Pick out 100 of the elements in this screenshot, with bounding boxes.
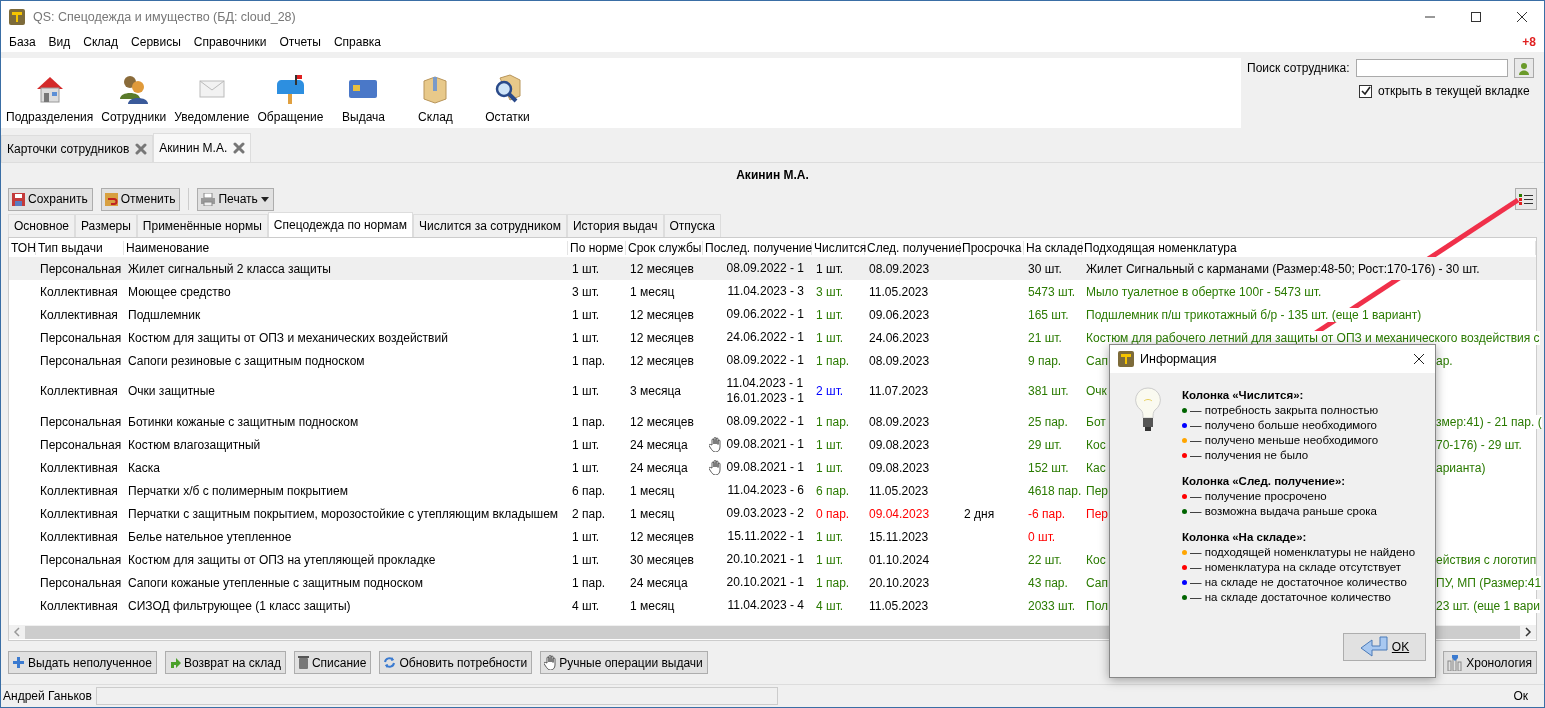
undo-icon: [104, 192, 118, 206]
column-header[interactable]: Срок службы: [626, 240, 703, 255]
legend-text: — номенклатура на складе отсутствует: [1190, 560, 1402, 575]
cancel-button[interactable]: Отменить: [100, 187, 181, 211]
legend-text: — получено больше необходимого: [1190, 418, 1377, 433]
notification-count[interactable]: +8: [1522, 35, 1536, 49]
table-row[interactable]: Коллективная Подшлемник 1 шт. 12 месяцев 09.06.2022 - 1 1 шт. 09.06.2023 165 шт.: [9, 303, 1082, 326]
legend-text: — возможна выдача раньше срока: [1190, 504, 1377, 519]
column-header[interactable]: Послед. получение: [703, 240, 812, 255]
table-row[interactable]: Персональная Сапоги кожаные утепленные с защитным подноском 1 пар. 24 месяца 20.10.2021 - 1 1 пар. 20.10.2023 43 пар.: [9, 571, 1082, 594]
table-row[interactable]: Коллективная СИЗОД фильтрующее (1 класс защиты) 4 шт. 1 месяц 11.04.2023 - 4 4 шт. 11.05.2023 2033 шт.: [9, 594, 1082, 617]
column-header[interactable]: На складе: [1024, 240, 1082, 255]
menu-item[interactable]: Справочники: [193, 35, 267, 49]
search-button[interactable]: [1513, 58, 1534, 78]
table-row[interactable]: Персональная Костюм влагозащитный 1 шт. 24 месяца 09.08.2021 - 1 1 шт. 09.08.2023 29 шт.: [9, 433, 1082, 456]
refresh-icon: [383, 656, 397, 669]
table-row[interactable]: Персональная Ботинки кожаные с защитным подноском 1 пар. 12 месяцев 08.09.2022 - 1 1 пар. 08.09.2023 25 пар.: [9, 410, 1082, 433]
ok-button[interactable]: OK: [1343, 633, 1426, 661]
table-row[interactable]: Коллективная Моющее средство 3 шт. 1 месяц 11.04.2023 - 3 3 шт. 11.05.2023 5473 шт.: [9, 280, 1082, 303]
dialog-title: Информация: [1140, 352, 1217, 366]
legend-title: Колонка «Числится»:: [1182, 388, 1305, 403]
menu-item[interactable]: Вид: [48, 35, 71, 49]
hand-icon: [544, 655, 557, 670]
search-field[interactable]: [1355, 59, 1508, 77]
legend-text: — на складе достаточное количество: [1190, 590, 1391, 605]
table-row[interactable]: Коллективная Белье нательное утепленное 1 шт. 12 месяцев 15.11.2022 - 1 1 шт. 15.11.2023 0 шт.: [9, 525, 1082, 548]
column-header[interactable]: Просрочка: [960, 240, 1024, 255]
toolbar-button[interactable]: Сотрудники: [100, 72, 168, 124]
column-header[interactable]: Наименование: [124, 240, 568, 255]
toolbar-button[interactable]: Подразделения: [5, 72, 95, 124]
history-button[interactable]: Хронология: [1443, 651, 1537, 674]
column-header[interactable]: ТОН: [9, 240, 36, 255]
legend-icon: [1519, 192, 1533, 206]
scroll-left-icon[interactable]: [13, 627, 21, 637]
toolbar-button[interactable]: Уведомление: [173, 72, 251, 124]
save-button[interactable]: Сохранить: [8, 187, 93, 211]
status-user: Андрей Ганьков: [3, 689, 92, 703]
menu-item[interactable]: Справка: [333, 35, 382, 49]
table-cell: Жилет Сигнальный с карманами (Размер:48-50; Рост:170-176) - 30 шт.: [1082, 257, 1536, 280]
caret-icon: [260, 196, 269, 202]
return-button[interactable]: Возврат на склад: [164, 651, 286, 674]
column-header[interactable]: По норме: [568, 240, 626, 255]
legend-text: — подходящей номенклатуры не найдено: [1190, 545, 1416, 560]
toolbar-button[interactable]: Склад: [402, 72, 469, 124]
toolbar-button[interactable]: Выдача: [330, 72, 397, 124]
column-header[interactable]: След. получение: [865, 240, 960, 255]
page-heading: Акинин М.А.: [735, 167, 810, 184]
menu-item[interactable]: База: [9, 35, 36, 49]
status-text: Ок: [1513, 689, 1528, 703]
arrow-icon: [168, 656, 181, 669]
writeoff-button[interactable]: Списание: [293, 651, 372, 674]
menu-item[interactable]: Отчеты: [279, 35, 321, 49]
search-label: Поиск сотрудника:: [1247, 61, 1350, 75]
plus-icon: [12, 656, 25, 669]
return-arrow-icon: [1359, 636, 1390, 658]
table-row[interactable]: Персональная Жилет сигнальный 2 класса защиты 1 шт. 12 месяцев 08.09.2022 - 1 1 шт. 08.09.2023 30 шт.: [9, 257, 1082, 280]
tab[interactable]: Размеры: [75, 214, 137, 237]
refresh-button[interactable]: Обновить потребности: [379, 651, 533, 674]
table-row[interactable]: Коллективная Перчатки х/б с полимерным покрытием 6 пар. 1 месяц 11.04.2023 - 6 6 пар. 11.05.2023 4618 пар.: [9, 479, 1082, 502]
table-row[interactable]: Персональная Костюм для защиты от ОПЗ на утепляющей прокладке 1 шт. 30 месяцев 20.10.2021 - 1 1 шт. 01.10.2024 22 шт.: [9, 548, 1082, 571]
legend-button[interactable]: [1515, 188, 1537, 210]
trash-icon: [297, 656, 309, 669]
document-tab[interactable]: Акинин М.А.: [153, 133, 252, 162]
tab[interactable]: История выдач: [567, 214, 664, 237]
close-icon[interactable]: [1516, 10, 1528, 23]
scroll-right-icon[interactable]: [1524, 627, 1532, 637]
legend-text: — получения не было: [1190, 448, 1309, 463]
tab[interactable]: Применённые нормы: [136, 214, 268, 237]
manual-button[interactable]: Ручные операции выдачи: [540, 651, 708, 674]
close-icon[interactable]: [1413, 353, 1425, 365]
legend-text: — получение просрочено: [1190, 489, 1327, 504]
tab[interactable]: Отпуска: [663, 214, 721, 237]
table-row[interactable]: Коллективная Перчатки с защитным покрытием, морозостойкие с утепляющим вкладышем 2 пар. 1 месяц 09.03.2023 - 2 0 пар. 09.04.2023 2 дня -6 пар.: [9, 502, 1082, 525]
issue-button[interactable]: Выдать неполученное: [8, 651, 157, 674]
legend-title: Колонка «На складе»:: [1182, 530, 1308, 545]
window-title: QS: Спецодежда и имущество (БД: cloud_28): [33, 9, 296, 24]
table-row[interactable]: Персональная Костюм для защиты от ОПЗ и механических воздействий 1 шт. 12 месяцев 24.06.2022 - 1 1 шт. 24.06.2023 21 шт.: [9, 326, 1082, 349]
column-header[interactable]: Подходящая номенклатура: [1082, 240, 1536, 255]
checkbox-label: открыть в текущей вкладке: [1378, 84, 1530, 98]
table-row[interactable]: Персональная Сапоги резиновые с защитным подноском 1 пар. 12 месяцев 08.09.2022 - 1 1 пар. 08.09.2023 9 пар.: [9, 349, 1082, 372]
maximize-icon[interactable]: [1470, 10, 1482, 23]
tab[interactable]: Спецодежда по нормам: [267, 212, 414, 237]
column-header[interactable]: Числится: [812, 240, 865, 255]
toolbar-button[interactable]: Остатки: [474, 72, 541, 124]
legend-text: — потребность закрыта полностью: [1190, 403, 1379, 418]
document-tab[interactable]: Карточки сотрудников: [1, 135, 154, 162]
floppy-icon: [12, 192, 25, 206]
legend-text: — получено меньше необходимого: [1190, 433, 1379, 448]
legend-title: Колонка «След. получение»:: [1182, 474, 1347, 489]
printer-icon: [201, 192, 216, 206]
legend-text: — на складе не достаточное количество: [1190, 575, 1407, 590]
tab[interactable]: Основное: [8, 214, 75, 237]
toolbar-button[interactable]: Обращение: [256, 72, 325, 124]
tab[interactable]: Числится за сотрудником: [413, 214, 567, 237]
checkbox[interactable]: [1359, 84, 1372, 98]
table-row[interactable]: Коллективная Каска 1 шт. 24 месяца 09.08.2021 - 1 1 шт. 09.08.2023 152 шт.: [9, 456, 1082, 479]
column-header[interactable]: Тип выдачи: [36, 240, 124, 255]
print-button[interactable]: Печать: [197, 187, 274, 211]
menu-item[interactable]: Сервисы: [131, 35, 181, 49]
menu-item[interactable]: Склад: [83, 35, 119, 49]
